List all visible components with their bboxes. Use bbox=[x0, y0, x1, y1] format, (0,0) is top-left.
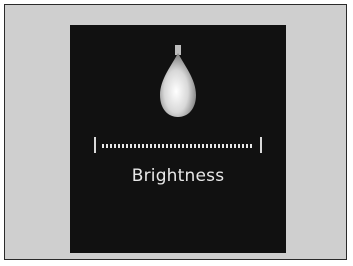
brightness-slider[interactable] bbox=[94, 134, 262, 158]
brightness-label: Brightness bbox=[131, 166, 225, 186]
slider-left-cap bbox=[94, 137, 96, 153]
brightness-osd-panel: Brightness bbox=[70, 25, 286, 253]
slider-right-cap bbox=[260, 137, 262, 153]
screenshot-frame: Brightness bbox=[4, 4, 347, 260]
slider-track[interactable] bbox=[102, 144, 254, 148]
lightbulb-icon bbox=[160, 45, 196, 117]
